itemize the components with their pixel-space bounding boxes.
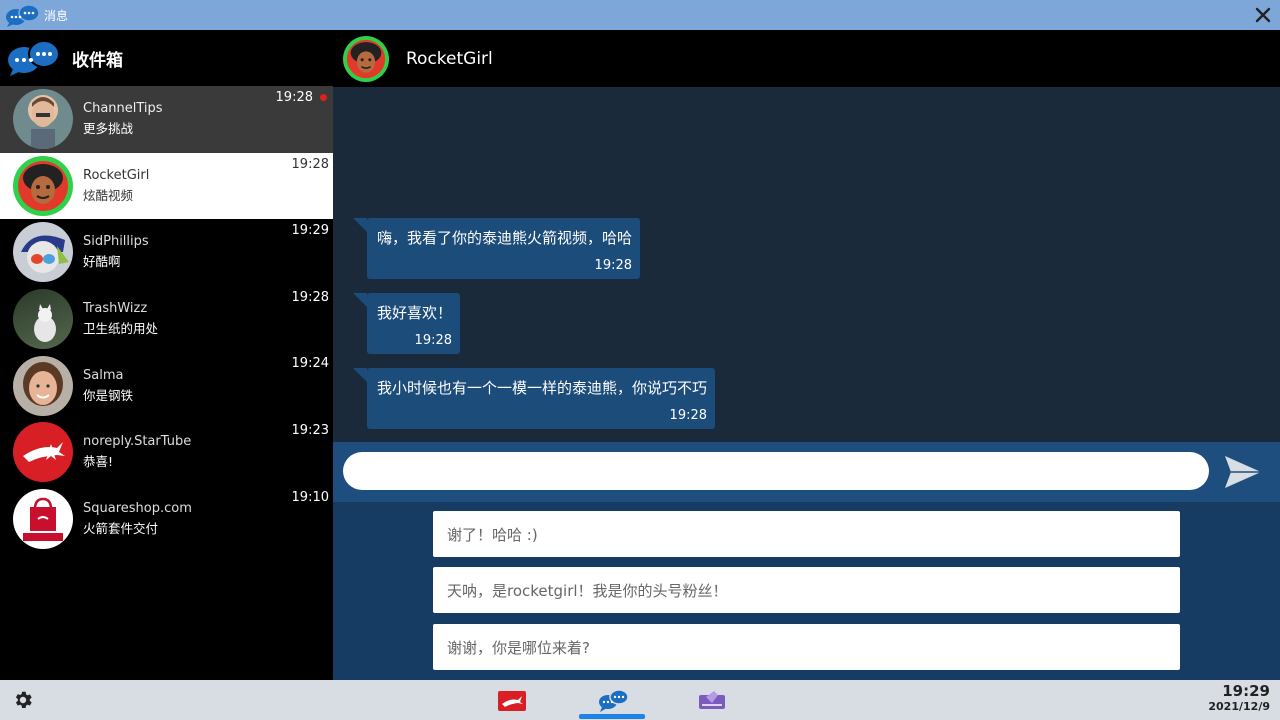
conversation-name: Squareshop.com [83, 500, 192, 516]
conversation-preview: 卫生纸的用处 [83, 321, 159, 337]
inbox-sidebar: 收件箱 ChannelTips 更多挑战 19:28 RocketGirl 炫酷… [0, 30, 333, 680]
system-clock: 19:29 2021/12/9 [1208, 682, 1270, 713]
message-bubble: 嗨，我看了你的泰迪熊火箭视频，哈哈 19:28 [352, 218, 641, 279]
message-time: 19:28 [414, 333, 453, 348]
message-time: 19:28 [669, 408, 708, 423]
avatar [13, 355, 73, 416]
avatar [13, 488, 73, 549]
message-input[interactable] [343, 452, 1209, 490]
unread-dot [320, 94, 327, 101]
conversation-name: ChannelTips [83, 101, 163, 117]
conversation-item-rocketgirl[interactable]: RocketGirl 炫酷视频 19:28 [0, 152, 333, 220]
title-bar: 消息 [0, 0, 1280, 30]
gear-icon[interactable] [12, 689, 34, 711]
conversation-item-startube[interactable]: noreply.StarTube 恭喜! 19:23 [0, 419, 333, 486]
close-icon[interactable] [1252, 4, 1274, 26]
conversation-name: Salma [83, 367, 124, 383]
conversation-time: 19:10 [291, 489, 329, 505]
startube-app-icon[interactable] [496, 687, 528, 713]
conversation-name: noreply.StarTube [83, 434, 192, 450]
message-thread[interactable]: 嗨，我看了你的泰迪熊火箭视频，哈哈 19:28 我好喜欢！ 19:28 我小时候… [333, 87, 1280, 442]
message-text: 嗨，我看了你的泰迪熊火箭视频，哈哈 [377, 229, 633, 247]
compose-bar [333, 442, 1280, 502]
conversation-time: 19:28 [291, 156, 329, 172]
contact-avatar [343, 35, 389, 82]
message-time: 19:28 [594, 258, 633, 273]
chat-header: RocketGirl [333, 30, 1280, 87]
send-icon[interactable] [1221, 452, 1265, 492]
conversation-time: 19:28 [291, 289, 329, 305]
message-bubble: 我好喜欢！ 19:28 [352, 293, 461, 354]
reply-option[interactable]: 谢了！哈哈 :) [433, 511, 1180, 557]
reply-option[interactable]: 谢谢，你是哪位来着? [433, 624, 1180, 670]
avatar [13, 89, 73, 150]
conversation-name: RocketGirl [83, 167, 150, 183]
taskbar: 19:29 2021/12/9 [0, 680, 1280, 720]
conversation-preview: 炫酷视频 [83, 187, 134, 203]
conversation-preview: 恭喜! [83, 454, 114, 470]
conversation-preview: 你是钢铁 [83, 387, 134, 403]
message-bubble: 我小时候也有一个一模一样的泰迪熊，你说巧不巧 19:28 [352, 368, 716, 429]
conversation-item-trashwizz[interactable]: TrashWizz 卫生纸的用处 19:28 [0, 286, 333, 353]
conversation-time: 19:28 [275, 90, 313, 105]
conversation-preview: 火箭套件交付 [83, 520, 159, 536]
chat-bubbles-icon [6, 38, 62, 78]
message-text: 我小时候也有一个一模一样的泰迪熊，你说巧不巧 [377, 379, 708, 397]
conversation-preview: 更多挑战 [83, 121, 134, 137]
avatar [13, 155, 73, 216]
conversation-preview: 好酷啊 [83, 254, 121, 270]
inbox-header: 收件箱 [0, 30, 333, 86]
avatar [13, 422, 73, 483]
window-title: 消息 [44, 8, 69, 23]
clock-date: 2021/12/9 [1208, 700, 1270, 713]
conversation-name: TrashWizz [83, 301, 148, 317]
rocket-kit-app-icon[interactable] [696, 687, 728, 713]
avatar [13, 289, 73, 350]
conversation-time: 19:23 [291, 422, 329, 438]
conversation-item-salma[interactable]: Salma 你是钢铁 19:24 [0, 352, 333, 419]
conversation-item-squareshop[interactable]: Squareshop.com 火箭套件交付 19:10 [0, 486, 333, 553]
message-text: 我好喜欢！ [377, 304, 453, 322]
avatar [13, 222, 73, 283]
quick-replies: 谢了！哈哈 :) 天呐，是rocketgirl！我是你的头号粉丝！ 谢谢，你是哪… [333, 502, 1280, 680]
conversation-time: 19:24 [291, 356, 329, 372]
reply-option[interactable]: 天呐，是rocketgirl！我是你的头号粉丝！ [433, 567, 1180, 613]
chat-bubbles-icon [4, 3, 40, 27]
conversation-item-channeltips[interactable]: ChannelTips 更多挑战 19:28 [0, 86, 333, 153]
chat-bubbles-icon[interactable] [597, 687, 629, 713]
conversation-item-sidphillips[interactable]: SidPhillips 好酷啊 19:29 [0, 219, 333, 286]
conversation-time: 19:29 [291, 223, 329, 239]
active-app-indicator [579, 714, 645, 719]
inbox-title: 收件箱 [72, 50, 123, 71]
clock-time: 19:29 [1222, 682, 1270, 700]
contact-name: RocketGirl [406, 48, 493, 69]
conversation-name: SidPhillips [83, 234, 149, 250]
